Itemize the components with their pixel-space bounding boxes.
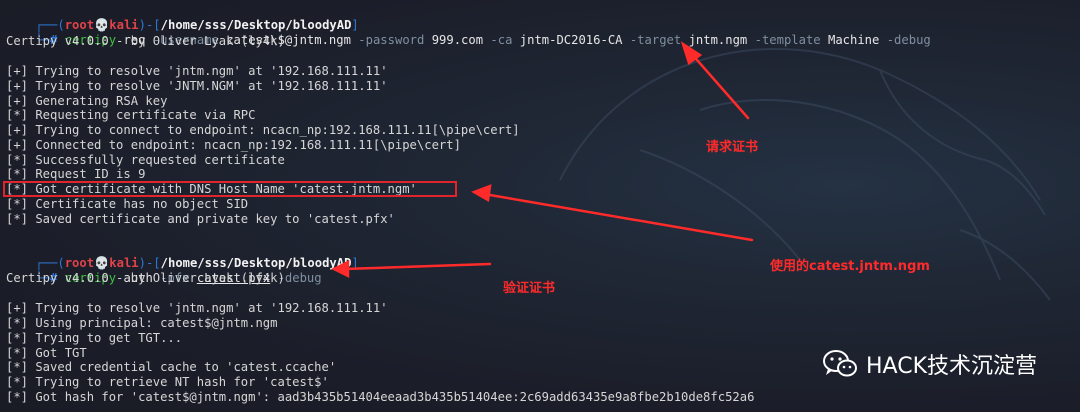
watermark-text: HACK技术沉淀营 (866, 354, 1037, 379)
arrow-request-cert (688, 50, 750, 120)
arrow-head (471, 184, 492, 202)
annotation-request-cert: 请求证书 (706, 140, 759, 155)
wechat-icon (823, 350, 857, 377)
terminal-window[interactable]: ┌──(root💀kali)-[/home/sss/Desktop/bloody… (0, 0, 1080, 412)
annotation-verify-cert: 验证证书 (503, 281, 556, 296)
watermark: HACK技术沉淀营 (822, 346, 1037, 382)
arrow-head (331, 259, 350, 279)
arrow-dns-name (482, 192, 754, 242)
annotation-dns-name: 使用的catest.jntm.ngm (770, 259, 930, 274)
arrow-verify-cert (342, 262, 492, 271)
